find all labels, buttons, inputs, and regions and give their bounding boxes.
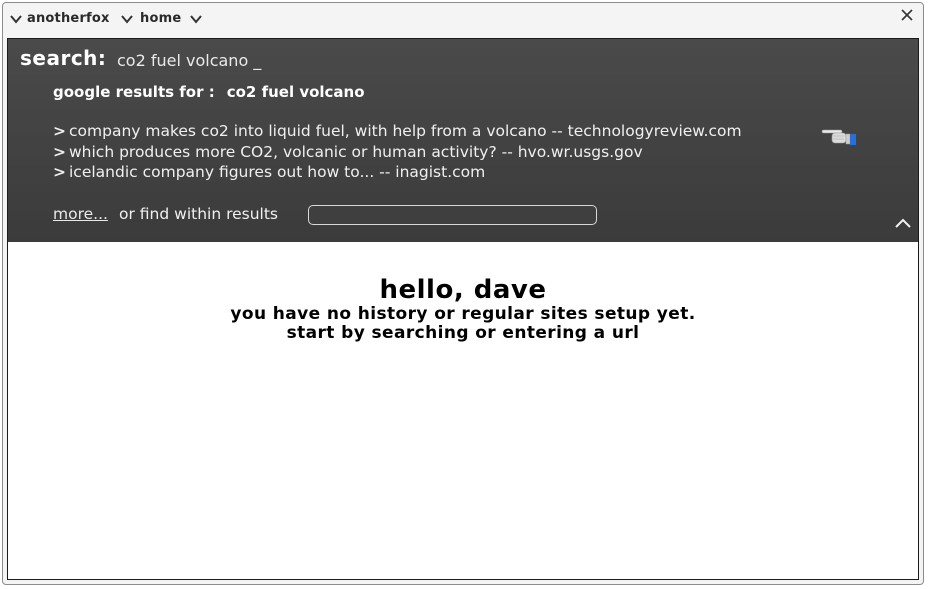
result-item[interactable]: > icelandic company figures out how to...… [53,163,485,181]
location-label[interactable]: home [140,11,181,26]
find-within-label: or find within results [119,205,279,223]
search-label: search: [20,46,107,70]
app-menu[interactable]: anotherfox [9,11,110,26]
results-heading-prefix: google results for : [53,83,215,101]
result-link[interactable]: company makes co2 into liquid fuel, with… [69,122,742,140]
chevron-down-icon[interactable] [189,12,203,26]
results-heading: google results for : co2 fuel volcano [53,83,365,101]
chevron-down-icon[interactable] [120,12,134,26]
chevron-up-icon[interactable] [894,217,912,229]
greeting-heading: hello, dave [379,275,547,305]
pointing-hand-icon [821,129,856,145]
result-link[interactable]: icelandic company figures out how to... … [69,163,485,181]
title-bar: anotherfox home [3,3,923,37]
app-name[interactable]: anotherfox [27,11,110,26]
result-item[interactable]: > which produces more CO2, volcanic or hu… [53,143,643,161]
result-bullet: > [53,122,66,140]
more-results-link[interactable]: more... [53,205,108,223]
browser-window: anotherfox home search: co2 fuel volcano… [2,2,924,585]
content-frame: search: co2 fuel volcano _ google result… [7,38,919,580]
result-item[interactable]: > company makes co2 into liquid fuel, wit… [53,122,742,140]
find-within-input[interactable] [308,205,597,225]
search-panel: search: co2 fuel volcano _ google result… [8,39,918,242]
result-bullet: > [53,163,66,181]
location-menu[interactable]: home [120,11,203,26]
welcome-line-1: you have no history or regular sites set… [230,304,696,324]
chevron-down-icon[interactable] [9,12,23,26]
results-heading-query: co2 fuel volcano [226,83,365,101]
result-link[interactable]: which produces more CO2, volcanic or hum… [69,143,643,161]
result-bullet: > [53,143,66,161]
search-input[interactable]: co2 fuel volcano _ [117,51,261,70]
close-icon[interactable] [899,7,915,23]
welcome-line-2: start by searching or entering a url [286,323,640,343]
welcome-message: hello, dave you have no history or regul… [8,275,918,343]
